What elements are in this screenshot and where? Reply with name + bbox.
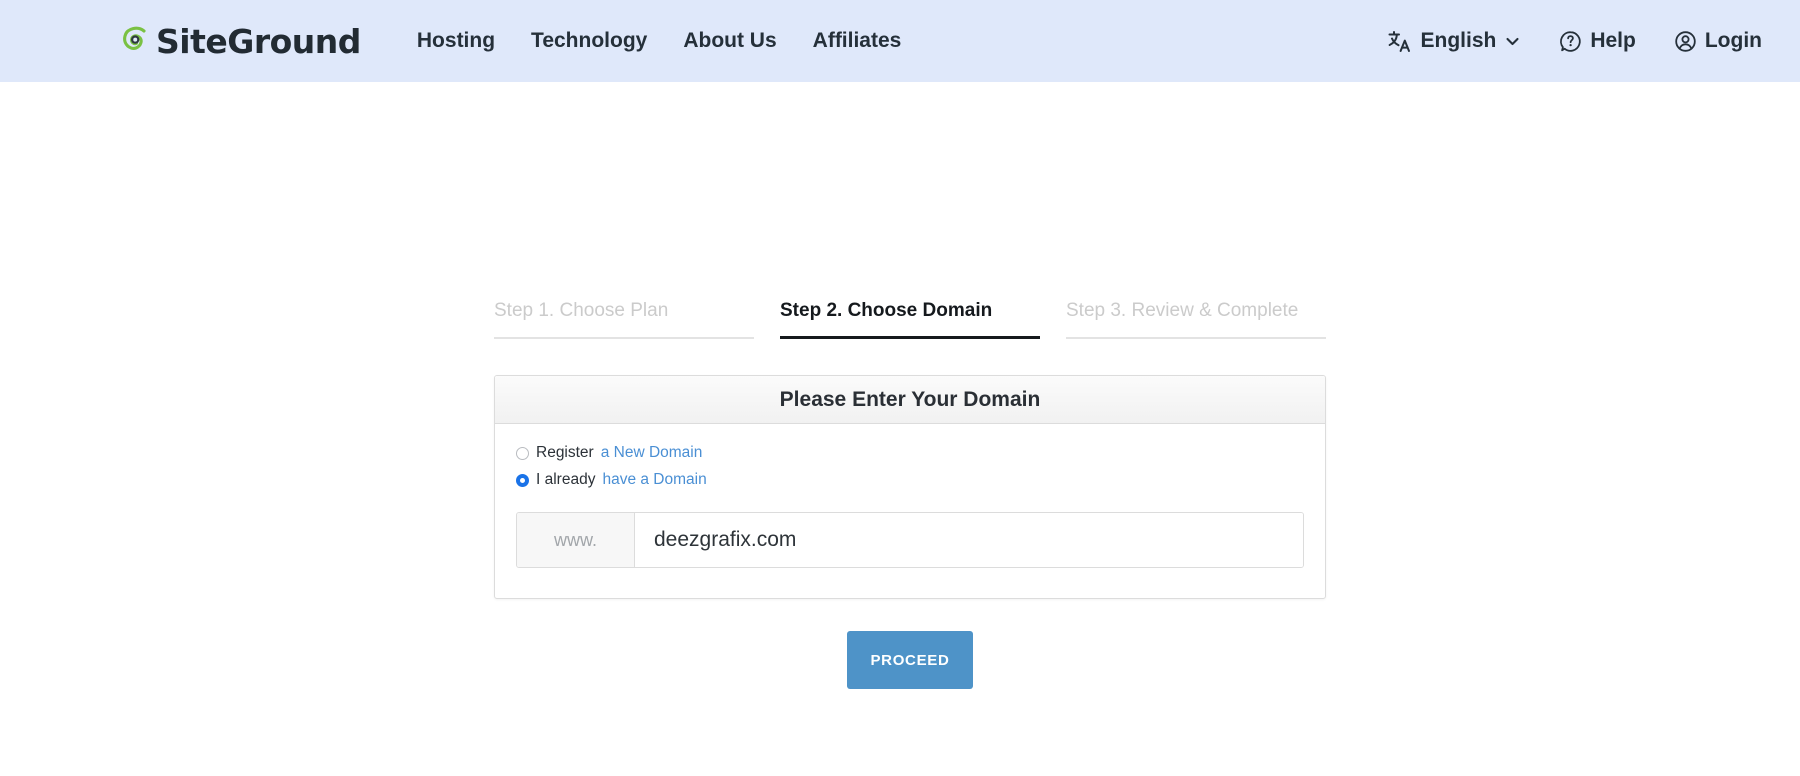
checkout-wizard: Step 1. Choose Plan Step 2. Choose Domai… [494, 300, 1326, 689]
wizard-steps: Step 1. Choose Plan Step 2. Choose Domai… [494, 300, 1326, 339]
nav-item-technology[interactable]: Technology [531, 29, 647, 53]
question-circle-icon [1559, 30, 1582, 53]
domain-card-title: Please Enter Your Domain [495, 376, 1325, 424]
radio-register-new-prefix: Register [536, 444, 594, 462]
translate-icon [1387, 29, 1412, 54]
radio-existing-domain-prefix: I already [536, 471, 595, 489]
radio-register-new-indicator[interactable] [516, 447, 529, 460]
siteground-logo-text: SiteGround [156, 22, 361, 61]
siteground-logo[interactable]: SiteGround [122, 22, 361, 61]
proceed-button[interactable]: PROCEED [847, 631, 973, 689]
site-header: SiteGround Hosting Technology About Us A… [0, 0, 1800, 82]
radio-register-new-link[interactable]: a New Domain [601, 444, 703, 462]
help-label: Help [1590, 29, 1636, 53]
siteground-spiral-icon [122, 24, 152, 58]
radio-option-register-new[interactable]: Register a New Domain [516, 444, 1304, 462]
domain-input[interactable] [635, 513, 1303, 567]
domain-card-body: Register a New Domain I already have a D… [495, 424, 1325, 598]
main-nav: Hosting Technology About Us Affiliates [417, 29, 901, 53]
radio-option-existing-domain[interactable]: I already have a Domain [516, 471, 1304, 489]
login-button[interactable]: Login [1674, 29, 1762, 53]
nav-item-about-us[interactable]: About Us [683, 29, 776, 53]
user-circle-icon [1674, 30, 1697, 53]
nav-item-hosting[interactable]: Hosting [417, 29, 495, 53]
language-selector[interactable]: English [1387, 29, 1521, 54]
header-actions: English Help [1387, 29, 1800, 54]
help-button[interactable]: Help [1559, 29, 1636, 53]
proceed-row: PROCEED [494, 631, 1326, 689]
wizard-step-2[interactable]: Step 2. Choose Domain [780, 300, 1040, 339]
wizard-step-1[interactable]: Step 1. Choose Plan [494, 300, 754, 339]
domain-www-prefix: www. [517, 513, 635, 567]
login-label: Login [1705, 29, 1762, 53]
radio-existing-domain-link[interactable]: have a Domain [602, 471, 706, 489]
nav-item-affiliates[interactable]: Affiliates [813, 29, 902, 53]
chevron-down-icon [1504, 33, 1521, 50]
language-label: English [1420, 29, 1496, 53]
page-main: Step 1. Choose Plan Step 2. Choose Domai… [0, 82, 1800, 776]
radio-existing-domain-indicator[interactable] [516, 474, 529, 487]
domain-card: Please Enter Your Domain Register a New … [494, 375, 1326, 599]
wizard-step-3[interactable]: Step 3. Review & Complete [1066, 300, 1326, 339]
domain-input-group: www. [516, 512, 1304, 568]
